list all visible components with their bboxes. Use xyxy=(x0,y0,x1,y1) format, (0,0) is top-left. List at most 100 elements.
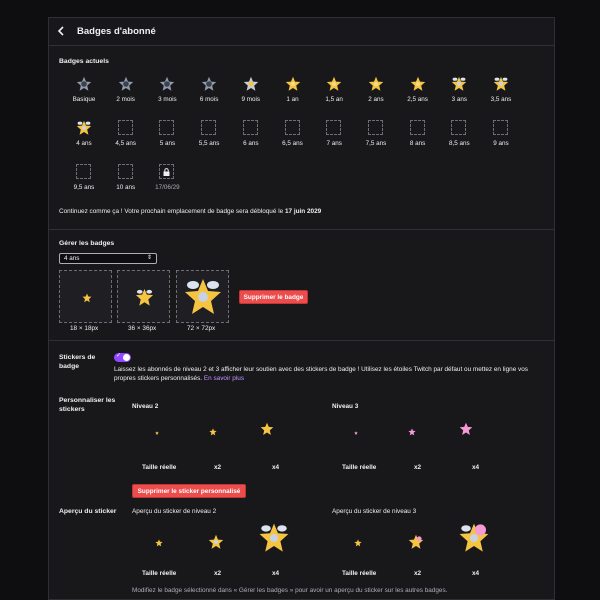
badge-slot[interactable]: Basique xyxy=(69,76,99,106)
badge-slot: 7 ans xyxy=(319,120,349,150)
badge-icon xyxy=(410,76,425,91)
delete-custom-sticker-button[interactable]: Supprimer le sticker personnalisé xyxy=(132,484,246,498)
badge-slot-label: 2,5 ans xyxy=(407,96,428,103)
badge-slot-label: 6,5 ans xyxy=(282,140,303,147)
badge-slot: 4,5 ans xyxy=(111,120,141,150)
empty-slot-icon xyxy=(117,120,133,135)
next-slot-message: Continuez comme ça ! Votre prochain empl… xyxy=(59,208,322,215)
badge-slot-label: 4,5 ans xyxy=(115,140,137,147)
badge-slot: 6,5 ans xyxy=(278,120,308,150)
badge-slot-label: 1 an xyxy=(286,96,299,103)
badge-slot-label: 9 ans xyxy=(493,140,509,147)
badge-slot[interactable]: 2 mois xyxy=(111,76,141,106)
badge-slot-label: 9,5 ans xyxy=(73,184,95,191)
badge-select[interactable]: 4 ans ⇕ xyxy=(59,253,157,264)
size-label: x2 xyxy=(414,570,422,577)
badge-icon xyxy=(368,76,384,91)
size-label: x4 xyxy=(272,570,280,577)
back-button[interactable] xyxy=(57,25,71,39)
badge-slot[interactable]: 3,5 ans xyxy=(486,76,516,106)
badge-slot-label: 2 mois xyxy=(116,96,135,103)
badge-slot-label: 1,5 an xyxy=(325,96,343,103)
badge-slot-label: 5 ans xyxy=(159,140,176,147)
preview-footer-note: Modifiez le badge sélectionné dans « Gér… xyxy=(132,587,448,594)
badge-slot[interactable]: 3 mois xyxy=(152,76,182,106)
preview-l3-1x-icon xyxy=(354,539,362,547)
empty-slot-icon xyxy=(159,120,175,135)
check-icon: ✓ xyxy=(116,353,122,359)
sticker-l3-2x-icon xyxy=(408,428,416,436)
delete-badge-button[interactable]: Supprimer le badge xyxy=(239,290,308,304)
empty-slot-icon xyxy=(76,164,91,179)
preview-18px xyxy=(59,270,112,323)
preview-l2-4x-icon xyxy=(259,523,289,552)
badge-slot: 17/06/29 xyxy=(152,164,182,194)
badge-slot: 9,5 ans xyxy=(69,164,99,194)
badge-slot: 6 ans xyxy=(236,120,266,150)
empty-slot-icon xyxy=(451,120,467,135)
badge-slot-label: 3 mois xyxy=(158,96,177,103)
size-label: Taille réelle xyxy=(142,570,177,577)
preview-36px xyxy=(117,270,170,323)
empty-slot-icon xyxy=(493,120,508,135)
badge-slot-label: 7 ans xyxy=(326,140,342,147)
badge-slot[interactable]: 1 an xyxy=(278,76,308,106)
size-label: x2 xyxy=(414,464,422,471)
badge-icon xyxy=(201,76,217,91)
badge-slot[interactable]: 9 mois xyxy=(236,76,266,106)
badge-slot-label: Basique xyxy=(72,96,96,103)
empty-slot-icon xyxy=(242,120,258,135)
level-2-title: Niveau 2 xyxy=(132,403,159,410)
badge-slot-label: 6 ans xyxy=(243,140,259,147)
divider xyxy=(49,340,554,341)
badge-slot-label: 4 ans xyxy=(76,140,92,147)
badge-slot[interactable]: 3 ans xyxy=(444,76,474,106)
manage-badges-title: Gérer les badges xyxy=(59,240,115,247)
badge-icon xyxy=(285,76,300,91)
sticker-l2-1x-icon xyxy=(155,431,159,435)
size-label: Taille réelle xyxy=(142,464,177,471)
badge-slot-label: 2 ans xyxy=(368,96,384,103)
badge-slot[interactable]: 4 ans xyxy=(69,120,99,150)
level-3-preview-title: Aperçu du sticker de niveau 3 xyxy=(332,508,417,515)
badge-icon xyxy=(243,76,258,91)
sticker-toggle[interactable]: ✓ xyxy=(114,353,131,362)
empty-slot-icon xyxy=(117,164,133,179)
badge-slot: 10 ans xyxy=(111,164,141,194)
preview-size-label: 36 × 36px xyxy=(128,325,157,332)
badge-slot-label: 5,5 ans xyxy=(198,140,220,147)
sticker-l2-4x-icon xyxy=(260,422,274,435)
empty-slot-icon xyxy=(284,120,300,135)
badge-slot[interactable]: 2 ans xyxy=(361,76,391,106)
customize-stickers-title: Personnaliser les stickers xyxy=(59,397,116,413)
badge-icon xyxy=(452,76,467,91)
badge-slot: 5 ans xyxy=(152,120,182,150)
preview-l3-2x-icon xyxy=(408,534,424,549)
preview-size-label: 18 × 18px xyxy=(70,325,99,332)
badge-slot-label: 9 mois xyxy=(241,96,261,103)
learn-more-link[interactable]: En savoir plus xyxy=(204,375,244,382)
badge-icon xyxy=(160,76,175,91)
badge-slot[interactable]: 1,5 an xyxy=(319,76,349,106)
current-badges-title: Badges actuels xyxy=(59,58,109,65)
badge-slot-label: 17/06/29 xyxy=(155,184,180,191)
preview-size-label: 72 × 72px xyxy=(187,325,216,332)
preview-l2-1x-icon xyxy=(155,539,163,547)
badge-slot[interactable]: 2,5 ans xyxy=(403,76,433,106)
badge-slot: 9 ans xyxy=(486,120,516,150)
divider xyxy=(49,229,554,230)
sticker-badges-title: Stickers de badge xyxy=(59,354,96,370)
lock-icon xyxy=(159,164,175,179)
badge-icon xyxy=(118,76,133,91)
sticker-l3-1x-icon xyxy=(354,431,358,435)
preview-72px xyxy=(176,270,229,323)
preview-l2-2x-icon xyxy=(208,534,224,549)
size-label: Taille réelle xyxy=(342,464,377,471)
badge-slot-label: 8,5 ans xyxy=(448,140,470,147)
empty-slot-icon xyxy=(367,120,383,135)
size-label: x2 xyxy=(214,464,222,471)
preview-l3-4x-icon xyxy=(459,523,489,552)
size-label: x4 xyxy=(472,464,480,471)
badge-icon xyxy=(326,76,342,91)
badge-slot[interactable]: 6 mois xyxy=(194,76,224,106)
